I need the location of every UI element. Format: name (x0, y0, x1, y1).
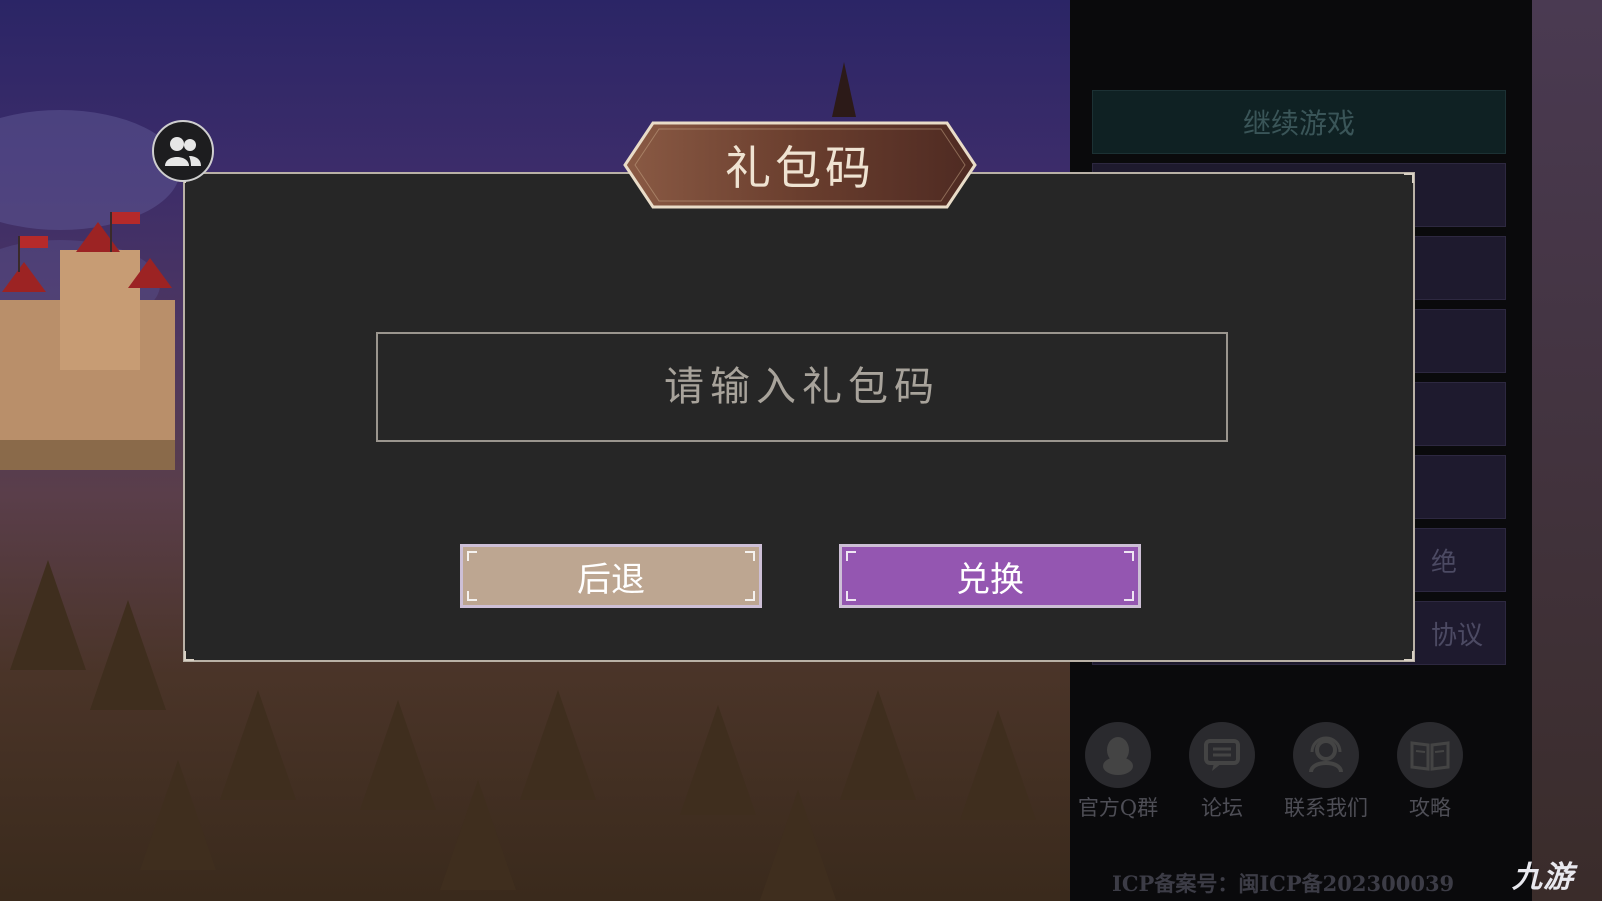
watermark-logo: 九游 (1512, 860, 1574, 895)
corner-ornament (1404, 173, 1414, 183)
tree (520, 690, 596, 800)
contact-us-label: 联系我们 (1284, 796, 1368, 820)
qq-penguin-icon (1085, 722, 1151, 788)
corner-ornament (1404, 651, 1414, 661)
icp-record-text: ICP备案号：闽ICP备202300039 (1112, 871, 1455, 896)
back-button[interactable]: 后退 (460, 544, 762, 608)
forum-link[interactable]: 论坛 (1174, 722, 1270, 822)
qq-group-label: 官方Q群 (1077, 796, 1159, 820)
guide-book-icon (1397, 722, 1463, 788)
redeem-button-label: 兑换 (956, 559, 1024, 600)
friends-button[interactable] (152, 120, 214, 182)
forum-chat-icon (1189, 722, 1255, 788)
tree (960, 710, 1036, 820)
tower-spire (832, 62, 856, 117)
guide-label: 攻略 (1409, 796, 1451, 820)
tree (220, 690, 296, 800)
tree (10, 560, 86, 670)
tree (360, 700, 436, 810)
tree (440, 780, 516, 890)
contact-us-link[interactable]: 联系我们 (1278, 722, 1374, 822)
continue-game-button[interactable]: 继续游戏 (1092, 90, 1506, 154)
users-icon (165, 137, 201, 166)
redeem-button[interactable]: 兑换 (839, 544, 1141, 608)
contact-headset-icon (1293, 722, 1359, 788)
back-button-label: 后退 (577, 559, 645, 600)
guide-link[interactable]: 攻略 (1382, 722, 1478, 822)
tree (840, 690, 916, 800)
tree (90, 600, 166, 710)
tree (140, 760, 216, 870)
tree (760, 790, 836, 900)
tree (680, 705, 756, 815)
qq-group-link[interactable]: 官方Q群 (1070, 722, 1166, 822)
dialog-title: 礼包码 (725, 141, 875, 195)
corner-ornament (184, 651, 194, 661)
forum-label: 论坛 (1201, 796, 1243, 820)
dialog-title-plaque: 礼包码 (623, 121, 977, 209)
scene-edge (1532, 0, 1602, 901)
gift-code-input[interactable] (376, 332, 1228, 442)
gift-code-dialog: 后退 兑换 (183, 172, 1415, 662)
